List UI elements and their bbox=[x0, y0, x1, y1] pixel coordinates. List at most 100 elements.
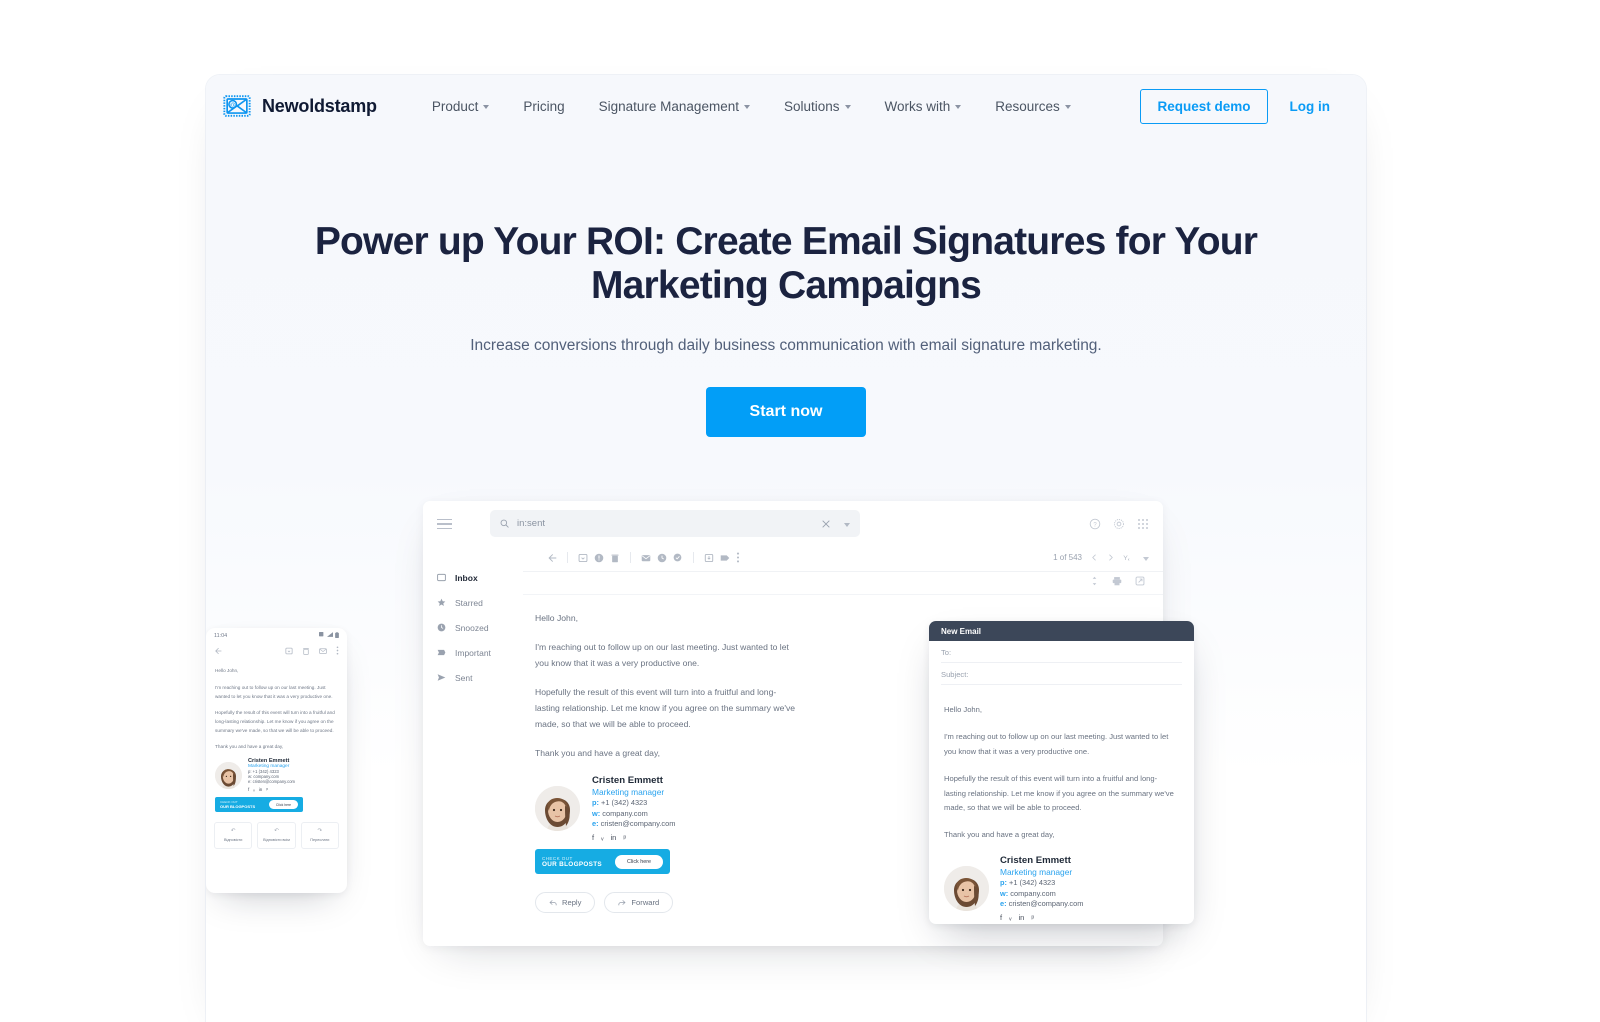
signature-cta-banner[interactable]: CHECK OUT OUR BLOGPOSTS Click here bbox=[535, 849, 670, 875]
sidebar-item-important[interactable]: Important bbox=[437, 645, 523, 660]
reply-arrow-icon bbox=[549, 899, 557, 907]
clock-icon bbox=[437, 623, 446, 632]
site-header: @ Newoldstamp Product Pricing Signature … bbox=[206, 75, 1366, 137]
svg-text:к: к bbox=[1128, 558, 1130, 562]
important-icon bbox=[437, 648, 446, 657]
sidebar-label: Snoozed bbox=[455, 622, 489, 633]
chevron-down-icon bbox=[1064, 105, 1071, 109]
gmail-toolbar: 1 of 543 Yк bbox=[523, 546, 1163, 573]
web-value: company.com bbox=[1010, 888, 1056, 898]
nav-item-signature-management[interactable]: Signature Management bbox=[582, 91, 767, 122]
back-arrow-icon[interactable] bbox=[547, 553, 557, 563]
phone-time: 11:04 bbox=[214, 632, 228, 639]
sidebar-item-snoozed[interactable]: Snoozed bbox=[437, 620, 523, 635]
phone-reply-actions: ↶ Відповісти ↶ Відповісти всім ↷ Пересла… bbox=[206, 812, 347, 849]
new-email-titlebar: New Email bbox=[929, 621, 1194, 642]
linkedin-icon[interactable]: in bbox=[259, 787, 263, 792]
mail-closing: Thank you and have a great day, bbox=[535, 747, 661, 758]
sidebar-item-starred[interactable]: Starred bbox=[437, 595, 523, 610]
web-label: w: bbox=[592, 808, 601, 818]
delete-icon[interactable] bbox=[302, 647, 310, 655]
forward-button[interactable]: ↷ Переслати bbox=[300, 822, 339, 849]
to-field[interactable]: To: bbox=[929, 641, 1194, 657]
product-mockup-stage: in:sent ? Inbox Starred Snoozed Importan… bbox=[206, 475, 1366, 947]
input-tools-icon[interactable]: Yк bbox=[1123, 553, 1134, 562]
signature-phone: p: +1 (342) 4323 bbox=[592, 798, 675, 807]
chevron-down-icon[interactable] bbox=[1143, 556, 1149, 561]
delete-icon[interactable] bbox=[610, 553, 620, 563]
chevron-down-icon[interactable] bbox=[844, 522, 850, 527]
close-icon[interactable] bbox=[822, 520, 830, 528]
chevron-down-icon bbox=[483, 105, 490, 109]
pinterest-icon[interactable]: ᵖ bbox=[1031, 913, 1034, 922]
banner-click-here-button[interactable]: Click here bbox=[268, 800, 298, 810]
mail-paragraph-2: Hopefully the result of this event will … bbox=[535, 687, 796, 729]
linkedin-icon[interactable]: in bbox=[611, 833, 617, 842]
phone-status-bar: 11:04 bbox=[206, 628, 347, 643]
nav-item-resources[interactable]: Resources bbox=[978, 91, 1088, 122]
nav-item-solutions[interactable]: Solutions bbox=[767, 91, 868, 122]
back-arrow-icon[interactable] bbox=[214, 647, 222, 655]
report-spam-icon[interactable] bbox=[594, 553, 604, 563]
chevron-down-icon bbox=[844, 105, 851, 109]
move-to-icon[interactable] bbox=[704, 553, 714, 563]
signature-cta-banner[interactable]: CHECK OUT OUR BLOGPOSTS Click here bbox=[215, 797, 303, 813]
snooze-icon[interactable] bbox=[657, 553, 667, 563]
forward-button[interactable]: Forward bbox=[604, 892, 674, 914]
gear-icon[interactable] bbox=[1113, 518, 1125, 530]
signature-details: Cristen Emmett Marketing manager p: +1 (… bbox=[592, 775, 675, 843]
twitter-icon[interactable]: ᵥ bbox=[1009, 913, 1011, 922]
signature-email: e: cristen@company.com bbox=[248, 779, 295, 784]
reply-button[interactable]: ↶ Відповісти bbox=[214, 822, 253, 849]
signature-role: Marketing manager bbox=[1000, 866, 1073, 877]
svg-text:@: @ bbox=[230, 103, 236, 109]
forward-label: Forward bbox=[631, 898, 660, 908]
phone-status-icons bbox=[319, 631, 339, 640]
print-icon[interactable] bbox=[1112, 576, 1122, 586]
nav-item-product[interactable]: Product bbox=[415, 91, 507, 122]
add-task-icon[interactable] bbox=[673, 553, 683, 563]
nav-item-works-with[interactable]: Works with bbox=[868, 91, 979, 122]
web-value: company.com bbox=[602, 808, 648, 818]
labels-icon[interactable] bbox=[720, 553, 730, 563]
more-options-icon[interactable] bbox=[336, 646, 339, 655]
twitter-icon[interactable]: ᵥ bbox=[253, 787, 254, 792]
brand-logo-link[interactable]: @ Newoldstamp bbox=[222, 91, 377, 121]
sidebar-item-sent[interactable]: Sent bbox=[437, 670, 523, 685]
reply-button[interactable]: Reply bbox=[535, 892, 596, 914]
help-icon[interactable]: ? bbox=[1089, 518, 1101, 530]
facebook-icon[interactable]: f bbox=[1000, 913, 1002, 922]
request-demo-button[interactable]: Request demo bbox=[1140, 88, 1268, 124]
facebook-icon[interactable]: f bbox=[592, 833, 594, 842]
pinterest-icon[interactable]: ᵖ bbox=[266, 787, 268, 792]
linkedin-icon[interactable]: in bbox=[1019, 913, 1025, 922]
sidebar-item-inbox[interactable]: Inbox bbox=[437, 570, 523, 585]
pinterest-icon[interactable]: ᵖ bbox=[623, 833, 626, 842]
resize-icon[interactable] bbox=[1090, 576, 1099, 586]
search-value: in:sent bbox=[517, 518, 545, 530]
start-now-button[interactable]: Start now bbox=[705, 387, 867, 438]
next-page-icon[interactable] bbox=[1107, 554, 1114, 561]
log-in-link[interactable]: Log in bbox=[1278, 90, 1343, 123]
open-in-new-window-icon[interactable] bbox=[1135, 576, 1145, 586]
banner-click-here-button[interactable]: Click here bbox=[615, 854, 663, 869]
more-options-icon[interactable] bbox=[736, 552, 740, 563]
nav-item-pricing[interactable]: Pricing bbox=[506, 91, 581, 122]
pagination: 1 of 543 Yк bbox=[1053, 553, 1149, 562]
twitter-icon[interactable]: ᵥ bbox=[601, 833, 603, 842]
subject-field[interactable]: Subject: bbox=[929, 663, 1194, 679]
search-input[interactable]: in:sent bbox=[490, 510, 860, 538]
mark-unread-icon[interactable] bbox=[319, 647, 327, 655]
new-email-mockup: New Email To: Subject: Hello John, I'm r… bbox=[929, 621, 1194, 925]
reply-all-button[interactable]: ↶ Відповісти всім bbox=[257, 822, 296, 849]
archive-icon[interactable] bbox=[285, 647, 293, 655]
mark-unread-icon[interactable] bbox=[641, 553, 651, 563]
new-email-body[interactable]: Hello John, I'm reaching out to follow u… bbox=[929, 685, 1194, 924]
archive-icon[interactable] bbox=[578, 553, 588, 563]
email-value: cristen@company.com bbox=[252, 779, 296, 785]
previous-page-icon[interactable] bbox=[1091, 554, 1098, 561]
facebook-icon[interactable]: f bbox=[248, 787, 249, 792]
apps-grid-icon[interactable] bbox=[1137, 518, 1149, 530]
hamburger-menu-icon[interactable] bbox=[437, 518, 452, 529]
phone-value: +1 (342) 4323 bbox=[1009, 878, 1056, 888]
